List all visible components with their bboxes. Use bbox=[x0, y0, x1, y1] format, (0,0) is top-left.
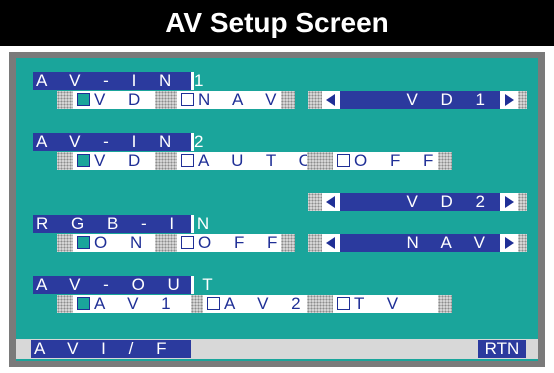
rgb-in-right-bar bbox=[281, 234, 295, 252]
rgb-in-option-on[interactable]: O N bbox=[73, 234, 155, 252]
av-if-button[interactable]: A V I / F bbox=[31, 340, 191, 358]
av-in1-left-bar bbox=[57, 91, 73, 109]
av-in1-divider bbox=[155, 91, 177, 109]
av-out-label: A V - O U T bbox=[33, 276, 213, 294]
vd1-next-arrow-icon[interactable] bbox=[500, 91, 518, 109]
vd2-next-arrow-icon[interactable] bbox=[500, 193, 518, 211]
av-out-divider-2 bbox=[307, 295, 333, 313]
rgb-in-option-off[interactable]: O F F bbox=[177, 234, 281, 252]
av-in2-right-bar bbox=[438, 152, 452, 170]
checkbox-icon bbox=[77, 297, 90, 310]
rgb-in-divider bbox=[155, 234, 177, 252]
av-out-left-bar bbox=[57, 295, 73, 313]
av-out-option-av1[interactable]: A V 1 bbox=[73, 295, 191, 313]
checkbox-icon bbox=[181, 93, 194, 106]
vd1-prev-arrow-icon[interactable] bbox=[322, 91, 340, 109]
rgb-in-left-bar bbox=[57, 234, 73, 252]
vd2-selector-right-bar bbox=[518, 193, 527, 211]
nav-next-arrow-icon[interactable] bbox=[500, 234, 518, 252]
rgb-in-label: R G B - I N bbox=[33, 215, 209, 233]
vd2-prev-arrow-icon[interactable] bbox=[322, 193, 340, 211]
nav-selector-value: N A V bbox=[340, 234, 500, 252]
av-in1-right-bar bbox=[281, 91, 295, 109]
av-in1-label-end bbox=[191, 72, 194, 90]
vd2-selector-left-bar bbox=[308, 193, 322, 211]
checkbox-icon bbox=[181, 236, 194, 249]
av-out-right-bar bbox=[438, 295, 452, 313]
vd1-selector-value: V D 1 bbox=[340, 91, 500, 109]
av-in2-option-auto[interactable]: A U T O bbox=[177, 152, 312, 170]
vd1-selector-left-bar bbox=[308, 91, 322, 109]
screen-title: AV Setup Screen bbox=[0, 0, 554, 46]
vd1-selector-right-bar bbox=[518, 91, 527, 109]
checkbox-icon bbox=[337, 154, 350, 167]
av-in2-left-bar bbox=[57, 152, 73, 170]
av-in2-label: A V - I N 2 bbox=[33, 133, 203, 151]
av-in1-option-nav[interactable]: N A V bbox=[177, 91, 281, 109]
vd2-selector-value: V D 2 bbox=[340, 193, 500, 211]
checkbox-icon bbox=[77, 93, 90, 106]
nav-selector-left-bar bbox=[308, 234, 322, 252]
av-in1-label: A V - I N 1 bbox=[33, 72, 203, 90]
av-in2-option-vd[interactable]: V D bbox=[73, 152, 155, 170]
av-out-divider bbox=[191, 295, 203, 313]
checkbox-icon bbox=[77, 154, 90, 167]
av-out-option-av2[interactable]: A V 2 bbox=[203, 295, 307, 313]
av-in2-divider bbox=[155, 152, 177, 170]
checkbox-icon bbox=[77, 236, 90, 249]
av-in2-divider-2 bbox=[307, 152, 333, 170]
av-in1-option-vd[interactable]: V D bbox=[73, 91, 155, 109]
av-out-label-end bbox=[191, 276, 194, 294]
checkbox-icon bbox=[207, 297, 220, 310]
checkbox-icon bbox=[181, 154, 194, 167]
av-in2-option-off[interactable]: O F F bbox=[333, 152, 438, 170]
rgb-in-label-end bbox=[191, 215, 194, 233]
av-in2-label-end bbox=[191, 133, 194, 151]
nav-selector-right-bar bbox=[518, 234, 527, 252]
checkbox-icon bbox=[337, 297, 350, 310]
rtn-button[interactable]: RTN bbox=[478, 340, 526, 358]
nav-prev-arrow-icon[interactable] bbox=[322, 234, 340, 252]
av-out-option-tv[interactable]: T V bbox=[333, 295, 438, 313]
